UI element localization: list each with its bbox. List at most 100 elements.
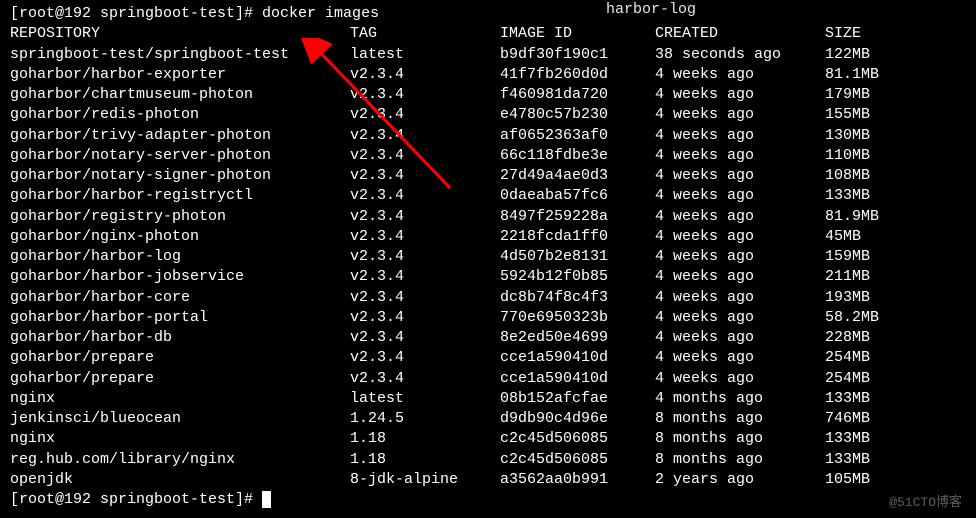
cell-tag: 1.18	[350, 450, 500, 470]
cell-created: 4 weeks ago	[655, 105, 825, 125]
cell-tag: v2.3.4	[350, 186, 500, 206]
cell-size: 108MB	[825, 166, 925, 186]
cell-size: 45MB	[825, 227, 925, 247]
cell-repository: goharbor/chartmuseum-photon	[10, 85, 350, 105]
cell-repository: goharbor/prepare	[10, 369, 350, 389]
cell-image-id: a3562aa0b991	[500, 470, 655, 490]
command-text: docker images	[262, 5, 379, 22]
header-repository: REPOSITORY	[10, 24, 350, 44]
cell-tag: v2.3.4	[350, 105, 500, 125]
cell-image-id: cce1a590410d	[500, 348, 655, 368]
cell-image-id: 27d49a4ae0d3	[500, 166, 655, 186]
cell-created: 4 weeks ago	[655, 166, 825, 186]
cell-created: 38 seconds ago	[655, 45, 825, 65]
table-row: goharbor/notary-signer-photonv2.3.427d49…	[10, 166, 966, 186]
cell-created: 4 weeks ago	[655, 369, 825, 389]
table-row: goharbor/redis-photonv2.3.4e4780c57b2304…	[10, 105, 966, 125]
cell-size: 81.1MB	[825, 65, 925, 85]
table-row: goharbor/harbor-portalv2.3.4770e6950323b…	[10, 308, 966, 328]
top-fragment-text: harbor-log	[606, 0, 696, 20]
table-row: goharbor/harbor-corev2.3.4dc8b74f8c4f34 …	[10, 288, 966, 308]
cell-size: 179MB	[825, 85, 925, 105]
table-row: reg.hub.com/library/nginx1.18c2c45d50608…	[10, 450, 966, 470]
cell-created: 8 months ago	[655, 450, 825, 470]
cell-tag: v2.3.4	[350, 166, 500, 186]
table-row: goharbor/registry-photonv2.3.48497f25922…	[10, 207, 966, 227]
table-row: goharbor/preparev2.3.4cce1a590410d4 week…	[10, 348, 966, 368]
header-tag: TAG	[350, 24, 500, 44]
table-row: openjdk8-jdk-alpinea3562aa0b9912 years a…	[10, 470, 966, 490]
cell-size: 133MB	[825, 186, 925, 206]
cell-repository: goharbor/trivy-adapter-photon	[10, 126, 350, 146]
cell-created: 8 months ago	[655, 429, 825, 449]
cell-repository: goharbor/harbor-exporter	[10, 65, 350, 85]
cell-created: 4 weeks ago	[655, 186, 825, 206]
cell-repository: goharbor/harbor-registryctl	[10, 186, 350, 206]
cell-created: 4 weeks ago	[655, 308, 825, 328]
cell-image-id: 8e2ed50e4699	[500, 328, 655, 348]
table-row: nginxlatest08b152afcfae4 months ago133MB	[10, 389, 966, 409]
cell-created: 4 weeks ago	[655, 146, 825, 166]
cell-size: 746MB	[825, 409, 925, 429]
header-image-id: IMAGE ID	[500, 24, 655, 44]
cell-repository: goharbor/notary-server-photon	[10, 146, 350, 166]
cell-created: 4 weeks ago	[655, 126, 825, 146]
cell-repository: goharbor/harbor-db	[10, 328, 350, 348]
table-row: goharbor/chartmuseum-photonv2.3.4f460981…	[10, 85, 966, 105]
cell-image-id: c2c45d506085	[500, 429, 655, 449]
cell-image-id: 66c118fdbe3e	[500, 146, 655, 166]
cell-tag: v2.3.4	[350, 126, 500, 146]
table-row: goharbor/notary-server-photonv2.3.466c11…	[10, 146, 966, 166]
header-created: CREATED	[655, 24, 825, 44]
cell-size: 133MB	[825, 429, 925, 449]
command-line-1: [root@192 springboot-test]# docker image…	[10, 4, 966, 24]
cell-size: 254MB	[825, 348, 925, 368]
cell-tag: latest	[350, 45, 500, 65]
cell-repository: goharbor/prepare	[10, 348, 350, 368]
table-header: REPOSITORY TAG IMAGE ID CREATED SIZE	[10, 24, 966, 44]
cell-tag: v2.3.4	[350, 227, 500, 247]
cell-size: 130MB	[825, 126, 925, 146]
cell-size: 58.2MB	[825, 308, 925, 328]
cell-tag: 1.24.5	[350, 409, 500, 429]
table-row: goharbor/harbor-jobservicev2.3.45924b12f…	[10, 267, 966, 287]
cell-image-id: b9df30f190c1	[500, 45, 655, 65]
cell-tag: v2.3.4	[350, 65, 500, 85]
cell-repository: goharbor/registry-photon	[10, 207, 350, 227]
table-row: goharbor/preparev2.3.4cce1a590410d4 week…	[10, 369, 966, 389]
watermark: @51CTO博客	[889, 494, 962, 512]
cell-tag: v2.3.4	[350, 85, 500, 105]
cell-image-id: d9db90c4d96e	[500, 409, 655, 429]
table-row: jenkinsci/blueocean1.24.5d9db90c4d96e8 m…	[10, 409, 966, 429]
table-row: goharbor/harbor-dbv2.3.48e2ed50e46994 we…	[10, 328, 966, 348]
table-row: springboot-test/springboot-testlatestb9d…	[10, 45, 966, 65]
cell-size: 254MB	[825, 369, 925, 389]
prompt-2: [root@192 springboot-test]#	[10, 491, 262, 508]
cell-tag: v2.3.4	[350, 267, 500, 287]
cell-size: 159MB	[825, 247, 925, 267]
header-size: SIZE	[825, 24, 925, 44]
cell-size: 110MB	[825, 146, 925, 166]
cell-tag: v2.3.4	[350, 207, 500, 227]
cell-size: 122MB	[825, 45, 925, 65]
cell-repository: springboot-test/springboot-test	[10, 45, 350, 65]
cell-created: 4 weeks ago	[655, 207, 825, 227]
cell-image-id: 5924b12f0b85	[500, 267, 655, 287]
cell-created: 4 weeks ago	[655, 348, 825, 368]
cell-size: 133MB	[825, 389, 925, 409]
cell-image-id: 2218fcda1ff0	[500, 227, 655, 247]
cell-repository: openjdk	[10, 470, 350, 490]
cell-tag: v2.3.4	[350, 348, 500, 368]
cell-tag: v2.3.4	[350, 146, 500, 166]
prompt-1: [root@192 springboot-test]#	[10, 5, 262, 22]
table-row: goharbor/harbor-logv2.3.44d507b2e81314 w…	[10, 247, 966, 267]
cell-created: 4 weeks ago	[655, 247, 825, 267]
cell-repository: goharbor/notary-signer-photon	[10, 166, 350, 186]
cursor[interactable]	[262, 491, 271, 508]
cell-size: 228MB	[825, 328, 925, 348]
cell-size: 155MB	[825, 105, 925, 125]
cell-size: 105MB	[825, 470, 925, 490]
cell-image-id: af0652363af0	[500, 126, 655, 146]
cell-image-id: dc8b74f8c4f3	[500, 288, 655, 308]
cell-tag: 8-jdk-alpine	[350, 470, 500, 490]
